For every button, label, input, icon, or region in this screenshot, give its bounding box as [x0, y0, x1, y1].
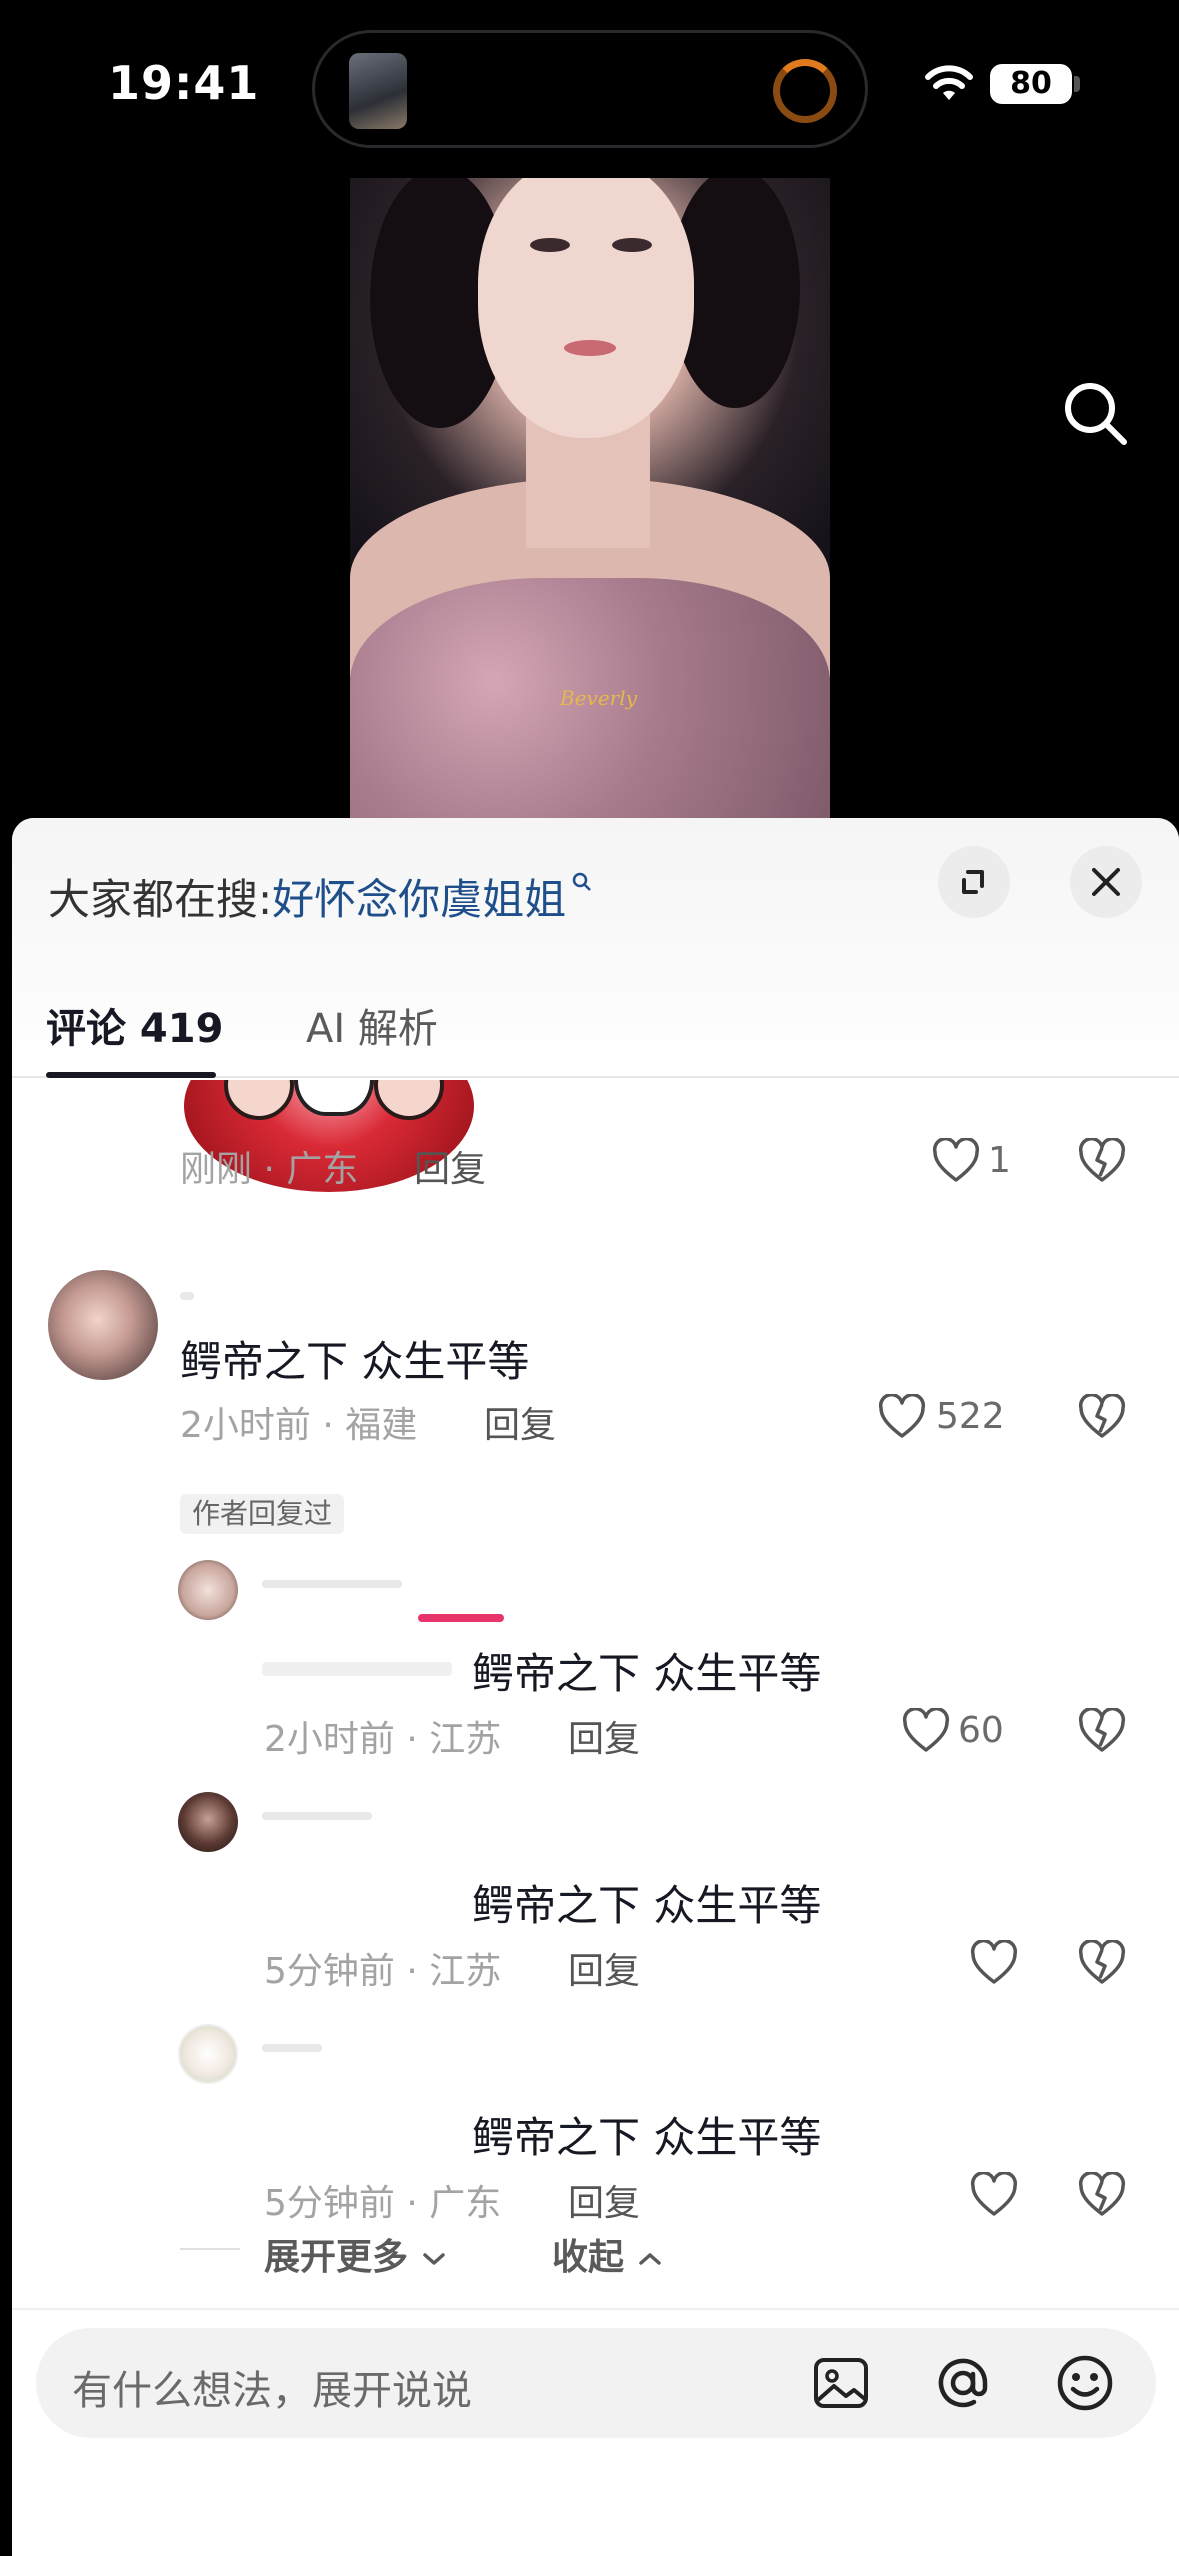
video-figure-eye: [530, 238, 570, 252]
username[interactable]: [262, 1812, 372, 1820]
dislike-icon[interactable]: [1078, 1940, 1126, 1986]
dislike-icon[interactable]: [1078, 1394, 1126, 1440]
video-figure-face: [478, 178, 694, 438]
now-playing-thumbnail: [349, 53, 407, 129]
wifi-icon: [925, 65, 973, 100]
dislike-icon[interactable]: [1078, 1138, 1126, 1184]
reply-button[interactable]: 回复: [568, 2174, 640, 2226]
expand-more-replies[interactable]: 展开更多: [264, 2228, 447, 2280]
chevron-down-icon: [422, 2253, 445, 2265]
search-hint-prefix: 大家都在搜:: [48, 875, 273, 924]
reply-meta: 2小时前 · 江苏: [264, 1719, 502, 1760]
keyword-search-icon: [572, 872, 592, 891]
expand-icon: [962, 870, 984, 894]
video-figure-eye: [612, 238, 652, 252]
avatar[interactable]: [48, 1270, 158, 1380]
emoji-icon[interactable]: [1052, 2350, 1118, 2416]
like-count: 1: [988, 1140, 1011, 1181]
dislike-icon[interactable]: [1078, 1708, 1126, 1754]
video-frame[interactable]: Beverly: [350, 178, 830, 828]
active-tab-indicator: [46, 1072, 216, 1078]
collapse-replies[interactable]: 收起: [552, 2228, 663, 2280]
reply-button[interactable]: 回复: [414, 1140, 486, 1192]
avatar[interactable]: [178, 2024, 238, 2084]
tab-ai-analysis[interactable]: AI 解析: [306, 996, 438, 1054]
video-area[interactable]: Beverly: [0, 170, 1179, 828]
reply-button[interactable]: 回复: [568, 1710, 640, 1762]
comment-list[interactable]: 刚刚 · 广东 回复 1 鳄帝之下 众生平等 2小时前 · 福建 回复 522 …: [12, 1080, 1179, 2290]
sheet-header: 大家都在搜:好怀念你虞姐姐 评论 419 AI 解析: [12, 818, 1179, 1078]
close-icon: [1092, 868, 1120, 896]
reply-mention[interactable]: [262, 1662, 452, 1676]
like-count: 60: [958, 1710, 1004, 1751]
heart-icon[interactable]: [970, 2172, 1018, 2218]
user-tag-highlight: [418, 1614, 504, 1622]
reply-text[interactable]: 鳄帝之下 众生平等: [472, 1640, 821, 1701]
search-icon[interactable]: [1058, 376, 1134, 452]
sheet-tabs: 评论 419 AI 解析: [12, 966, 1179, 1078]
comment-input-bar[interactable]: 有什么想法，展开说说: [36, 2328, 1156, 2438]
video-figure-lips: [564, 340, 616, 356]
status-bar: 19:41 80: [0, 0, 1179, 170]
comment-input[interactable]: 有什么想法，展开说说: [72, 2358, 472, 2416]
comment-meta: 刚刚 · 广东: [180, 1149, 359, 1190]
dynamic-island[interactable]: [312, 30, 868, 148]
search-hint-keyword[interactable]: 好怀念你虞姐姐: [272, 875, 566, 924]
comment-text[interactable]: 鳄帝之下 众生平等: [180, 1328, 529, 1389]
reply-button[interactable]: 回复: [568, 1942, 640, 1994]
collapse-label: 收起: [552, 2237, 625, 2278]
heart-icon[interactable]: [878, 1394, 926, 1440]
comment-meta: 2小时前 · 福建: [180, 1405, 418, 1446]
author-replied-badge: 作者回复过: [180, 1494, 345, 1534]
sticker-figure: [224, 1080, 294, 1120]
image-icon[interactable]: [808, 2350, 874, 2416]
at-icon[interactable]: [930, 2350, 996, 2416]
username[interactable]: [180, 1292, 194, 1300]
expand-button[interactable]: [938, 846, 1010, 918]
trending-search-hint[interactable]: 大家都在搜:好怀念你虞姐姐: [48, 866, 594, 927]
reply-button[interactable]: 回复: [484, 1396, 556, 1448]
expand-more-label: 展开更多: [264, 2237, 409, 2278]
heart-icon[interactable]: [932, 1138, 980, 1184]
dislike-icon[interactable]: [1078, 2172, 1126, 2218]
avatar[interactable]: [178, 1792, 238, 1852]
heart-icon[interactable]: [970, 1940, 1018, 1986]
heart-icon[interactable]: [902, 1708, 950, 1754]
comment-sheet: 大家都在搜:好怀念你虞姐姐 评论 419 AI 解析 刚刚 · 广东 回复 1 …: [12, 818, 1179, 2556]
avatar[interactable]: [178, 1560, 238, 1620]
status-time: 19:41: [108, 56, 260, 110]
chevron-up-icon: [638, 2253, 661, 2265]
sticker-figure: [374, 1080, 444, 1120]
activity-ring-icon: [773, 59, 837, 123]
username[interactable]: [262, 1580, 402, 1588]
tab-comments[interactable]: 评论 419: [46, 996, 223, 1054]
input-divider: [12, 2308, 1179, 2310]
reply-meta: 5分钟前 · 江苏: [264, 1951, 502, 1992]
username[interactable]: [262, 2044, 322, 2052]
battery-indicator: 80: [990, 64, 1072, 104]
video-watermark: Beverly: [560, 686, 637, 710]
reply-text[interactable]: 鳄帝之下 众生平等: [472, 1872, 821, 1933]
battery-nub: [1074, 76, 1080, 92]
reply-meta: 5分钟前 · 广东: [264, 2183, 502, 2224]
reply-text[interactable]: 鳄帝之下 众生平等: [472, 2104, 821, 2165]
close-button[interactable]: [1070, 846, 1142, 918]
like-count: 522: [936, 1396, 1005, 1437]
thread-divider: [180, 2248, 240, 2250]
sticker-bunny: [294, 1080, 374, 1116]
